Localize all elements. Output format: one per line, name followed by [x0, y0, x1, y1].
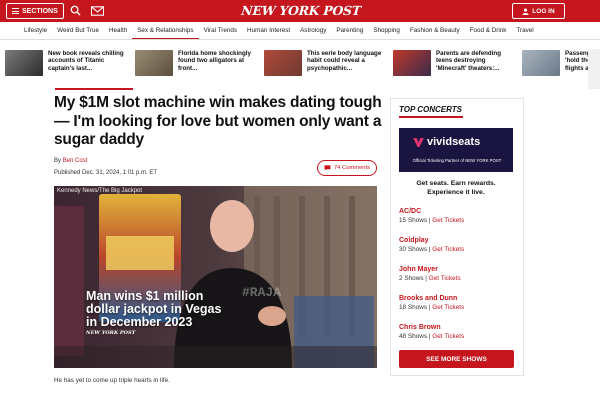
sections-label: SECTIONS	[22, 7, 58, 15]
concert-item: Coldplay 30 Shows | Get Tickets	[399, 236, 515, 254]
vividseats-banner[interactable]: vividseats Official Ticketing Partner of…	[399, 128, 513, 172]
image-credit: Kennedy News/The Big Jackpot	[57, 188, 143, 194]
login-button[interactable]: LOG IN	[512, 3, 565, 19]
headline-accent-rule	[55, 88, 133, 90]
byline: By Ben Cost	[54, 158, 87, 164]
concert-artist-link[interactable]: Coldplay	[399, 236, 515, 245]
get-tickets-link[interactable]: Get Tickets	[432, 304, 464, 311]
cta-line-2: Experience it live.	[427, 189, 485, 196]
nav-item-sex-relationships[interactable]: Sex & Relationships	[132, 22, 199, 39]
concert-meta: 15 Shows | Get Tickets	[399, 216, 515, 225]
sections-menu-button[interactable]: SECTIONS	[6, 3, 64, 19]
concert-item: AC/DC 15 Shows | Get Tickets	[399, 207, 515, 225]
section-nav: Lifestyle Weird But True Health Sex & Relat…	[0, 22, 600, 40]
trending-thumbnail	[5, 50, 43, 76]
partner-subtitle: Official Ticketing Partner of NEW YORK P…	[412, 158, 502, 163]
trending-title: Parents are defending teens destroying '…	[436, 50, 501, 72]
comment-icon	[324, 165, 331, 171]
search-icon[interactable]	[70, 5, 81, 16]
concert-meta: 30 Shows | Get Tickets	[399, 245, 515, 254]
nav-item-weird-but-true[interactable]: Weird But True	[52, 22, 104, 39]
concert-item: Chris Brown 48 Shows | Get Tickets	[399, 323, 515, 341]
hero-photo	[54, 186, 377, 368]
article-headline: My $1M slot machine win makes dating tou…	[54, 94, 382, 148]
byline-prefix: By	[54, 158, 62, 164]
comments-count: 74 Comments	[333, 165, 371, 171]
trending-thumbnail	[135, 50, 173, 76]
top-header-bar: SECTIONS NEW YORK POST LOG IN	[0, 0, 600, 22]
concert-meta: 48 Shows | Get Tickets	[399, 332, 515, 341]
cta-line-1: Get seats. Earn rewards.	[416, 180, 496, 187]
trending-title: This eerie body language habit could rev…	[307, 50, 382, 72]
concert-show-count: 30 Shows	[399, 246, 428, 253]
widget-cta: Get seats. Earn rewards. Experience it l…	[399, 179, 513, 197]
trending-scroll-edge	[588, 49, 600, 89]
concert-meta: 18 Shows | Get Tickets	[399, 303, 515, 312]
nav-item-food-drink[interactable]: Food & Drink	[465, 22, 512, 39]
nav-item-shopping[interactable]: Shopping	[368, 22, 405, 39]
login-label: LOG IN	[532, 7, 555, 15]
nav-item-health[interactable]: Health	[104, 22, 132, 39]
image-caption: Man wins $1 million dollar jackpot in Ve…	[86, 289, 222, 329]
nav-item-human-interest[interactable]: Human Interest	[242, 22, 295, 39]
concert-artist-link[interactable]: AC/DC	[399, 207, 515, 216]
concert-artist-link[interactable]: Brooks and Dunn	[399, 294, 515, 303]
published-date: Published Dec. 31, 2024, 1:01 p.m. ET	[54, 170, 158, 176]
see-more-shows-button[interactable]: SEE MORE SHOWS	[399, 350, 514, 368]
get-tickets-link[interactable]: Get Tickets	[432, 217, 464, 224]
shirt-text: #RAJA	[242, 285, 282, 300]
trending-title: Florida home shockingly found two alliga…	[178, 50, 251, 72]
nav-item-astrology[interactable]: Astrology	[295, 22, 331, 39]
trending-thumbnail	[522, 50, 560, 76]
nav-item-viral-trends[interactable]: Viral Trends	[199, 22, 242, 39]
mail-icon[interactable]	[91, 6, 104, 16]
trending-item[interactable]: New book reveals chilling accounts of Ti…	[5, 50, 128, 80]
widget-title: TOP CONCERTS	[399, 105, 462, 114]
trending-item[interactable]: This eerie body language habit could rev…	[264, 50, 387, 80]
trending-strip: New book reveals chilling accounts of Ti…	[0, 50, 600, 84]
trending-title: New book reveals chilling accounts of Ti…	[48, 50, 124, 72]
concert-artist-link[interactable]: Chris Brown	[399, 323, 515, 332]
vividseats-wordmark: vividseats	[427, 136, 481, 148]
nav-item-travel[interactable]: Travel	[511, 22, 538, 39]
concert-item: Brooks and Dunn 18 Shows | Get Tickets	[399, 294, 515, 312]
nav-item-fashion-beauty[interactable]: Fashion & Beauty	[405, 22, 465, 39]
concert-show-count: 18 Shows	[399, 304, 428, 311]
nav-item-parenting[interactable]: Parenting	[331, 22, 368, 39]
get-tickets-link[interactable]: Get Tickets	[432, 333, 464, 340]
get-tickets-link[interactable]: Get Tickets	[432, 246, 464, 253]
nav-item-lifestyle[interactable]: Lifestyle	[19, 22, 52, 39]
concert-show-count: 2 Shows	[399, 275, 424, 282]
vividseats-logo: vividseats	[413, 136, 480, 148]
comments-button[interactable]: 74 Comments	[317, 160, 377, 176]
site-logo[interactable]: NEW YORK POST	[239, 3, 362, 19]
concert-item: John Mayer 2 Shows | Get Tickets	[399, 265, 515, 283]
article-hero-image[interactable]: Kennedy News/The Big Jackpot #RAJA Man w…	[54, 186, 377, 368]
concert-show-count: 15 Shows	[399, 217, 428, 224]
widget-title-rule	[399, 116, 463, 118]
trending-thumbnail	[393, 50, 431, 76]
concert-meta: 2 Shows | Get Tickets	[399, 274, 515, 283]
concert-show-count: 48 Shows	[399, 333, 428, 340]
top-concerts-widget: TOP CONCERTS vividseats Official Ticketi…	[390, 98, 524, 376]
get-tickets-link[interactable]: Get Tickets	[429, 275, 461, 282]
image-brand-watermark: NEW YORK POST	[86, 330, 136, 336]
trending-item[interactable]: Florida home shockingly found two alliga…	[135, 50, 258, 80]
concert-artist-link[interactable]: John Mayer	[399, 265, 515, 274]
trending-thumbnail	[264, 50, 302, 76]
hamburger-icon	[12, 8, 19, 14]
trending-item[interactable]: Parents are defending teens destroying '…	[393, 50, 516, 80]
author-link[interactable]: Ben Cost	[63, 158, 88, 164]
user-icon	[522, 8, 529, 15]
article-body-paragraph: He has yet to come up triple hearts in l…	[54, 377, 170, 384]
vividseats-mark-icon	[413, 137, 424, 147]
